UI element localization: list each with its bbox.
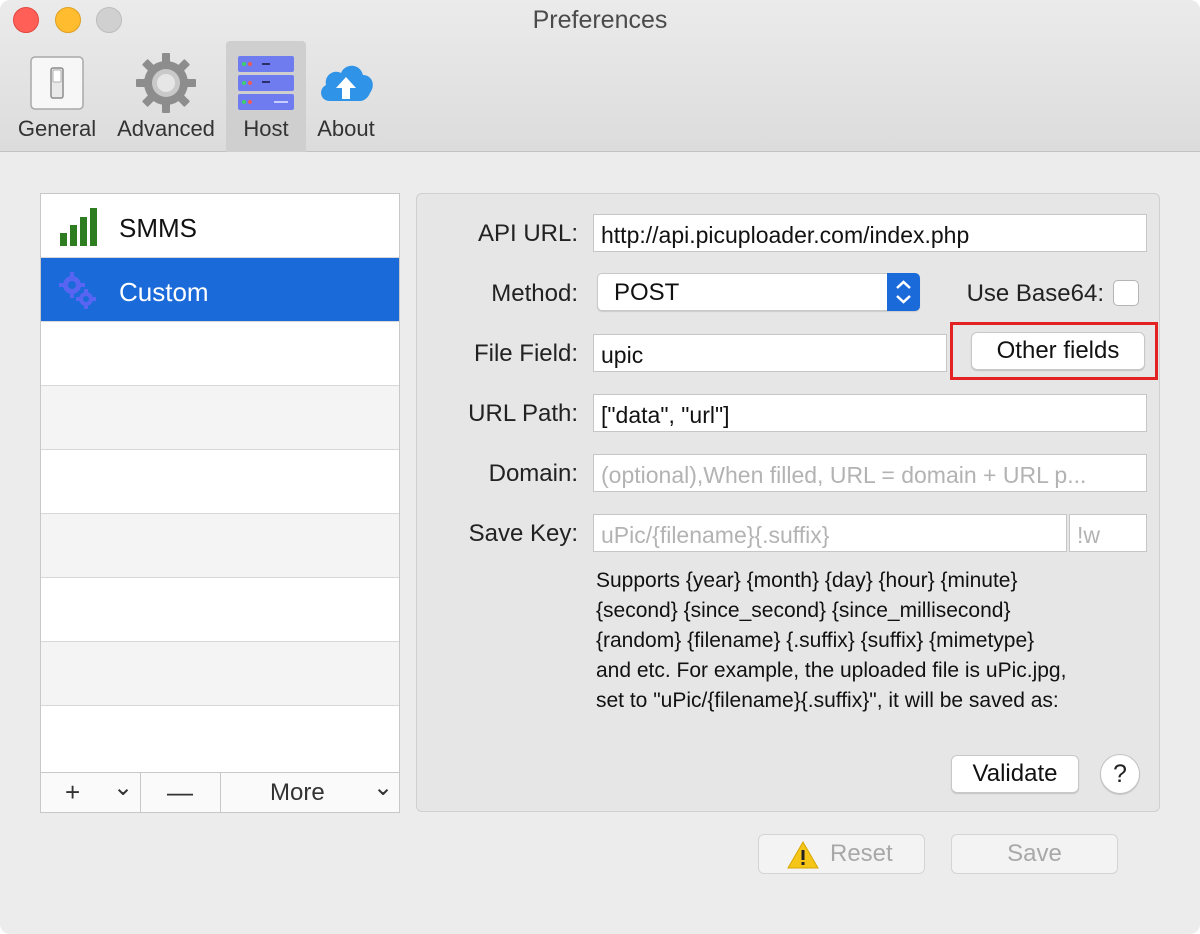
file-field-input[interactable]: upic <box>593 334 947 372</box>
save-key-suffix-input[interactable]: !w <box>1069 514 1147 552</box>
url-path-input[interactable]: ["data", "url"] <box>593 394 1147 432</box>
switch-icon <box>25 51 89 115</box>
save-key-label: Save Key: <box>468 520 578 547</box>
host-list-item-label: Custom <box>119 277 209 307</box>
minus-icon: — <box>167 777 193 807</box>
warning-icon <box>787 840 819 869</box>
host-list-empty-row <box>41 386 399 450</box>
server-icon <box>234 51 298 115</box>
help-line: Supports {year} {month} {day} {hour} {mi… <box>596 569 1018 592</box>
toolbar-about[interactable]: About <box>310 41 382 152</box>
method-select-value: POST <box>614 279 680 306</box>
save-button[interactable]: Save <box>951 834 1118 874</box>
host-list-empty-row <box>41 450 399 514</box>
domain-label: Domain: <box>488 460 578 487</box>
host-list-item-label: SMMS <box>119 213 197 243</box>
help-line: {second} {since_second} {since_milliseco… <box>596 599 1011 622</box>
host-list-item-custom[interactable]: Custom <box>41 258 399 322</box>
help-line: and etc. For example, the uploaded file … <box>596 659 1067 682</box>
help-line: {random} {filename} {.suffix} {suffix} {… <box>596 629 1035 652</box>
signal-bars-icon <box>58 207 98 247</box>
host-list-empty-row <box>41 578 399 642</box>
file-field-label: File Field: <box>473 340 578 367</box>
save-key-help-text: Supports {year} {month} {day} {hour} {mi… <box>596 566 1156 716</box>
help-line: set to "uPic/{filename}{.suffix}", it wi… <box>596 689 1059 712</box>
use-base64-checkbox[interactable] <box>1113 280 1139 306</box>
host-list-empty-row <box>41 322 399 386</box>
cloud-upload-icon <box>314 51 378 115</box>
remove-host-button[interactable]: — <box>141 773 221 812</box>
domain-input[interactable]: (optional),When filled, URL = domain + U… <box>593 454 1147 492</box>
titlebar: Preferences General Advanced Host About <box>0 0 1200 152</box>
method-select[interactable]: POST <box>597 273 920 311</box>
more-button[interactable]: More ⌄ <box>221 773 399 812</box>
toolbar-advanced[interactable]: Advanced <box>110 41 222 152</box>
host-list-item-smms[interactable]: SMMS <box>41 194 399 258</box>
use-base64-label: Use Base64: <box>966 280 1104 307</box>
toolbar-about-label: About <box>317 116 375 141</box>
toolbar-general[interactable]: General <box>10 41 104 152</box>
save-key-input[interactable]: uPic/{filename}{.suffix} <box>593 514 1067 552</box>
preferences-window: Preferences General Advanced Host About … <box>0 0 1200 934</box>
chevron-down-icon: ⌄ <box>113 774 134 801</box>
reset-button[interactable]: Reset <box>758 834 925 874</box>
other-fields-button[interactable]: Other fields <box>971 332 1145 370</box>
validate-button[interactable]: Validate <box>951 755 1079 793</box>
toolbar-general-label: General <box>17 116 97 141</box>
host-list-empty-row <box>41 642 399 706</box>
gears-icon <box>58 271 98 311</box>
method-label: Method: <box>491 280 578 307</box>
url-path-label: URL Path: <box>468 400 578 427</box>
help-button[interactable]: ? <box>1100 754 1140 794</box>
chevron-down-icon: ⌄ <box>373 774 394 801</box>
toolbar-host-label: Host <box>243 116 289 141</box>
host-list-buttons: + ⌄ — More ⌄ <box>40 773 400 813</box>
api-url-label: API URL: <box>477 220 578 247</box>
window-title: Preferences <box>532 6 668 34</box>
host-list-empty-row <box>41 706 399 770</box>
host-list-empty-row <box>41 514 399 578</box>
plus-icon: + <box>65 777 81 807</box>
more-button-label: More <box>270 779 325 806</box>
api-url-input[interactable]: http://api.picuploader.com/index.php <box>593 214 1147 252</box>
toolbar-advanced-label: Advanced <box>117 116 215 141</box>
toolbar-host[interactable]: Host <box>226 41 306 152</box>
reset-button-label: Reset <box>830 840 893 867</box>
gear-icon <box>134 51 198 115</box>
add-host-button[interactable]: + ⌄ <box>41 773 141 812</box>
host-list: SMMS Custom <box>40 193 400 773</box>
